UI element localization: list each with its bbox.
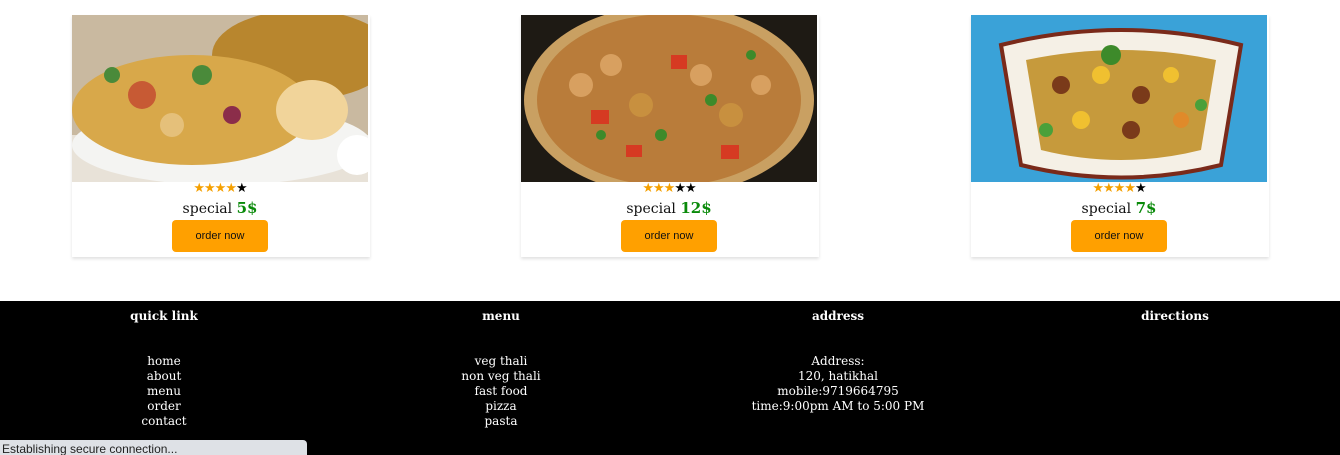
footer-link-contact[interactable]: contact	[14, 414, 314, 429]
footer-menu-veg-thali[interactable]: veg thali	[351, 354, 651, 369]
rating-stars: ★★★★★	[971, 182, 1267, 196]
footer-menu-pizza[interactable]: pizza	[351, 399, 651, 414]
masala-chana-photo	[971, 15, 1267, 182]
food-image-masala-chana	[971, 15, 1267, 182]
footer-address-label: Address:	[811, 354, 865, 368]
footer-directions-title: directions	[1141, 309, 1209, 323]
site-footer: quick link home about menu order contact…	[0, 301, 1340, 455]
food-card: ★★★★★ special 5$ order now	[72, 15, 370, 257]
rating-stars-empty: ★★	[674, 181, 696, 196]
footer-address-mobile: mobile:9719664795	[777, 384, 899, 398]
footer-link-home[interactable]: home	[14, 354, 314, 369]
footer-menu-fast-food[interactable]: fast food	[351, 384, 651, 399]
chana-chaat-photo	[521, 15, 817, 182]
rating-stars-filled: ★★★★	[193, 181, 237, 196]
footer-link-order[interactable]: order	[14, 399, 314, 414]
food-image-chana-chaat	[521, 15, 817, 182]
order-now-button[interactable]: order now	[172, 220, 268, 252]
footer-menu-title: menu	[482, 309, 520, 323]
card-price: 7$	[1135, 199, 1157, 217]
footer-address-street: 120, hatikhal	[797, 369, 879, 383]
card-price: 5$	[236, 199, 258, 217]
footer-link-about[interactable]: about	[14, 369, 314, 384]
rating-stars-empty: ★	[235, 181, 248, 196]
rating-stars-empty: ★	[1134, 181, 1147, 196]
card-title-text: special	[182, 201, 233, 217]
card-title: special 5$	[72, 199, 368, 218]
footer-quick-link-list: home about menu order contact	[14, 354, 314, 429]
order-now-button[interactable]: order now	[1071, 220, 1167, 252]
footer-menu-non-veg-thali[interactable]: non veg thali	[351, 369, 651, 384]
footer-address-list: Address: 120, hatikhal mobile:9719664795…	[688, 354, 988, 414]
footer-link-menu[interactable]: menu	[14, 384, 314, 399]
rating-stars-filled: ★★★	[642, 181, 675, 196]
card-title: special 12$	[521, 199, 817, 218]
browser-status-bar: Establishing secure connection...	[0, 440, 307, 455]
card-price: 12$	[680, 199, 712, 217]
footer-quick-link-title: quick link	[130, 309, 198, 323]
rating-stars: ★★★★★	[521, 182, 817, 196]
card-title-text: special	[1081, 201, 1132, 217]
rating-stars: ★★★★★	[72, 182, 368, 196]
card-title: special 7$	[971, 199, 1267, 218]
card-title-text: special	[626, 201, 676, 217]
food-cards-section: ★★★★★ special 5$ order now ★★★★★ special…	[0, 0, 1340, 300]
food-card: ★★★★★ special 7$ order now	[971, 15, 1269, 257]
food-image-bhel-puri	[72, 15, 368, 182]
footer-address-time: time:9:00pm AM to 5:00 PM	[751, 399, 925, 413]
footer-menu-list: veg thali non veg thali fast food pizza …	[351, 354, 651, 429]
bhel-puri-photo	[72, 15, 368, 182]
food-card: ★★★★★ special 12$ order now	[521, 15, 819, 257]
order-now-button[interactable]: order now	[621, 220, 717, 252]
footer-menu-pasta[interactable]: pasta	[351, 414, 651, 429]
rating-stars-filled: ★★★★	[1092, 181, 1136, 196]
footer-address-title: address	[811, 309, 865, 323]
